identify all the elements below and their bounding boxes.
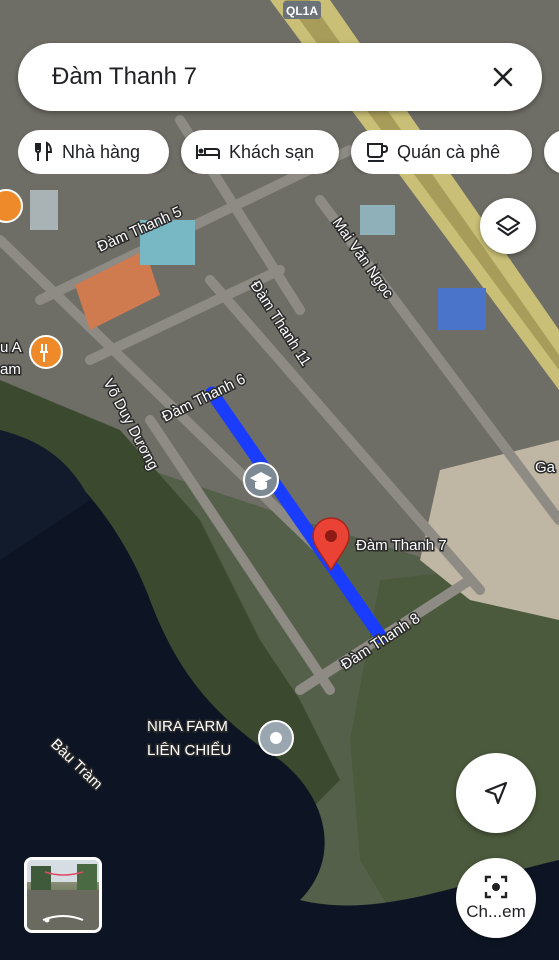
chip-hotels[interactable]: Khách sạn (181, 130, 339, 174)
cafe-poi-icon[interactable] (0, 189, 23, 223)
poi-label-lien-chieu: LIÊN CHIỂU (147, 741, 231, 759)
close-icon[interactable] (486, 60, 520, 94)
edge-label-ga: Ga (535, 459, 556, 476)
layers-button[interactable] (480, 198, 536, 254)
destination-label: Đàm Thanh 7 (356, 537, 447, 554)
chip-cafes[interactable]: Quán cà phê (351, 130, 532, 174)
category-chips: Nhà hàng Khách sạn Quán cà phê (18, 130, 559, 174)
search-bar[interactable]: Đàm Thanh 7 (18, 43, 542, 111)
change-view-label: Ch...em (466, 902, 526, 921)
hotel-icon (196, 145, 220, 159)
layers-icon (495, 214, 521, 237)
chip-restaurants[interactable]: Nhà hàng (18, 130, 169, 174)
change-view-button[interactable]: Ch...em (456, 858, 536, 938)
restaurant-icon (35, 141, 53, 161)
edge-label-u-a: u A (0, 339, 22, 356)
street-view-thumbnail[interactable] (24, 857, 102, 933)
restaurant-poi-icon[interactable] (29, 335, 63, 369)
chip-cafes-label: Quán cà phê (397, 141, 501, 162)
coffee-icon (367, 143, 389, 162)
my-location-button[interactable] (456, 753, 536, 833)
school-poi-icon[interactable] (243, 462, 279, 498)
poi-label-nira-farm: NIRA FARM (147, 718, 228, 735)
search-query[interactable]: Đàm Thanh 7 (52, 63, 486, 91)
street-view-preview (27, 860, 99, 930)
chip-restaurants-label: Nhà hàng (62, 141, 141, 162)
edge-label-am: am (0, 361, 21, 378)
chip-hotels-label: Khách sạn (229, 141, 315, 162)
chip-more[interactable] (544, 130, 559, 174)
highway-shield-label: QL1A (286, 4, 318, 18)
nira-farm-pin-icon[interactable] (258, 720, 294, 756)
navigation-arrow-icon (484, 781, 508, 805)
camera-lens-icon (484, 875, 508, 899)
